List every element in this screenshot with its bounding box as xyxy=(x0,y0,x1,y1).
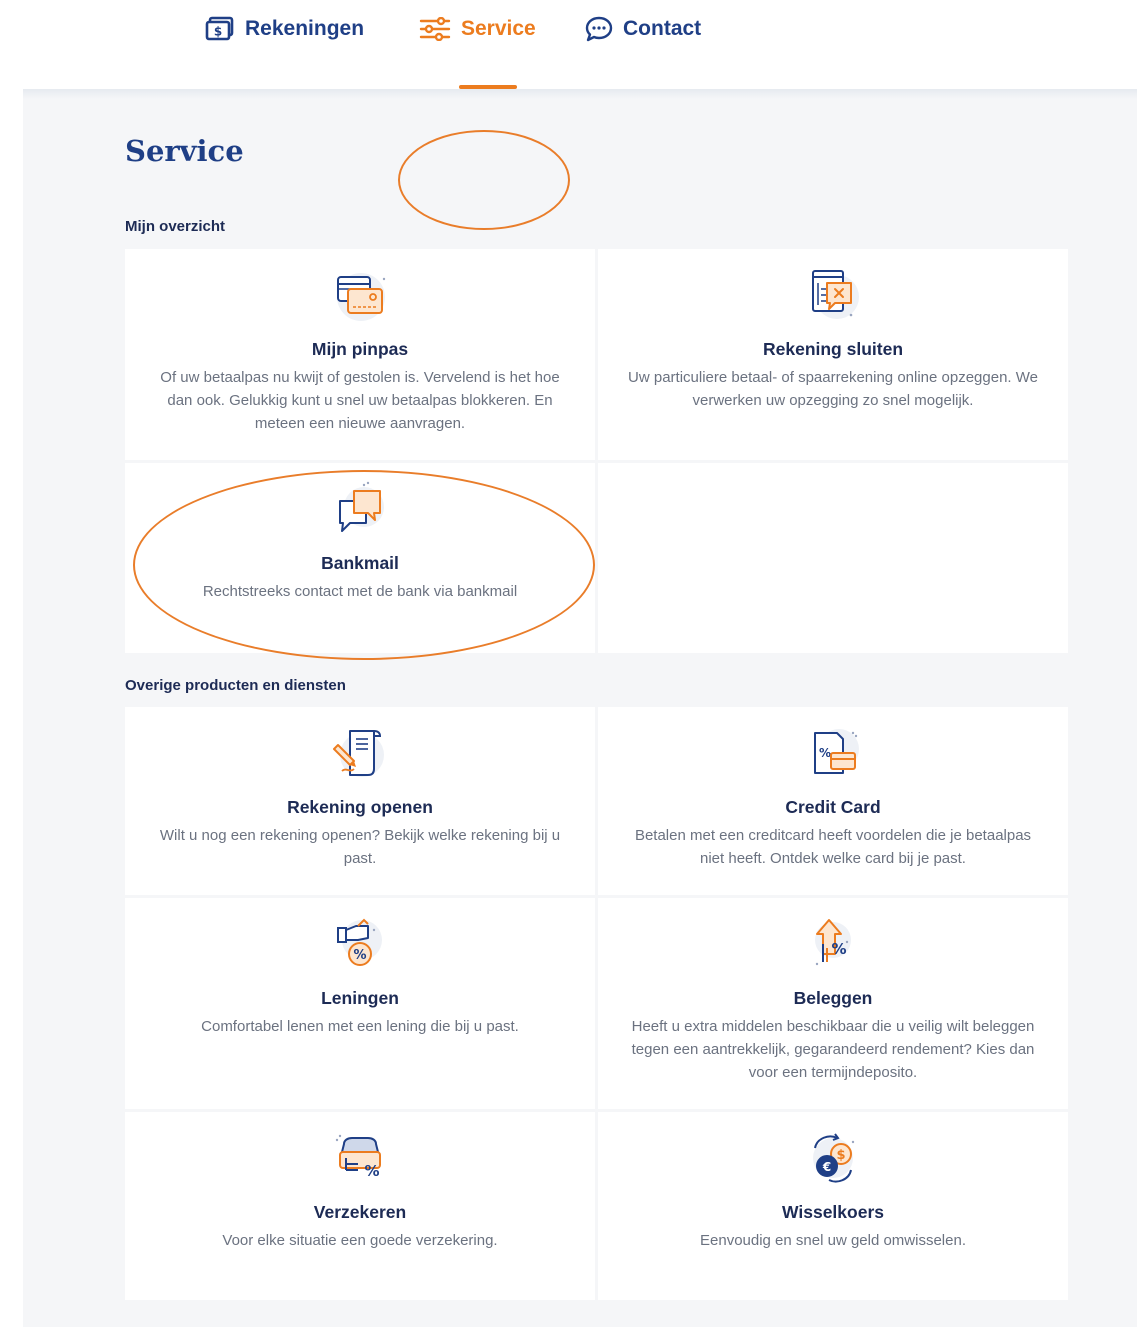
card-title: Beleggen xyxy=(793,988,873,1008)
document-sign-icon xyxy=(333,730,384,777)
mijn-overzicht-grid: Mijn pinpas Of uw betaalpas nu kwijt of … xyxy=(125,249,1068,653)
credit-card-percent-icon: % xyxy=(814,729,859,774)
chat-bubble-icon xyxy=(585,16,613,42)
top-navigation: $ Rekeningen Service Contact xyxy=(0,0,1137,89)
svg-text:%: % xyxy=(819,746,831,760)
card-beleggen[interactable]: % Beleggen Heeft u extra middelen beschi… xyxy=(598,898,1068,1109)
nav-label-service: Service xyxy=(461,17,536,40)
accounts-icon: $ xyxy=(205,16,234,41)
svg-text:$: $ xyxy=(836,1148,845,1163)
card-description: Comfortabel lenen met een lening die bij… xyxy=(201,1018,519,1035)
card-title: Leningen xyxy=(321,988,399,1008)
nav-item-service[interactable]: Service xyxy=(419,14,536,44)
svg-text:%: % xyxy=(353,948,366,963)
card-wisselkoers[interactable]: $ € Wisselkoers Eenvoudig en snel uw gel… xyxy=(598,1112,1068,1300)
card-title: Mijn pinpas xyxy=(311,339,409,359)
nav-label-rekeningen: Rekeningen xyxy=(245,17,365,40)
currency-exchange-icon: $ € xyxy=(813,1133,855,1183)
invest-arrow-icon: % xyxy=(815,919,851,966)
card-rekening-openen[interactable]: Rekening openen Wilt u nog een rekening … xyxy=(125,707,595,895)
empty-card xyxy=(598,463,1068,653)
svg-text:%: % xyxy=(364,1162,379,1180)
card-title: Rekening sluiten xyxy=(762,339,904,359)
close-account-icon xyxy=(812,270,859,319)
page-title: Service xyxy=(125,134,244,168)
card-credit-card[interactable]: % Credit Card Betalen met een creditcard… xyxy=(598,707,1068,895)
card-description: Uw particuliere betaal- of spaarrekening… xyxy=(628,369,1038,409)
section-title-overige: Overige producten en diensten xyxy=(125,677,346,694)
svg-text:$: $ xyxy=(214,25,222,39)
loan-hand-icon: % xyxy=(337,918,382,966)
speech-bubbles-icon xyxy=(339,481,384,532)
card-title: Rekening openen xyxy=(287,797,433,817)
card-verzekeren[interactable]: % Verzekeren Voor elke situatie een goed… xyxy=(125,1112,595,1300)
card-rekening-sluiten[interactable]: Rekening sluiten Uw particuliere betaal-… xyxy=(598,249,1068,460)
card-description: Heeft u extra middelen beschikbaar die u… xyxy=(631,1018,1035,1081)
nav-item-rekeningen[interactable]: $ Rekeningen xyxy=(205,14,364,44)
sliders-icon xyxy=(419,17,451,41)
car-insurance-icon: % xyxy=(335,1134,381,1180)
nav-label-contact: Contact xyxy=(623,17,702,40)
card-leningen[interactable]: % Leningen Comfortabel lenen met een len… xyxy=(125,898,595,1109)
card-title: Bankmail xyxy=(321,553,399,573)
card-description: Wilt u nog een rekening openen? Bekijk w… xyxy=(159,827,561,867)
card-description: Of uw betaalpas nu kwijt of gestolen is.… xyxy=(160,369,560,432)
card-description: Eenvoudig en snel uw geld omwisselen. xyxy=(700,1232,966,1249)
svg-text:%: % xyxy=(831,940,846,958)
card-description: Voor elke situatie een goede verzekering… xyxy=(222,1232,498,1249)
bank-card-icon xyxy=(337,273,386,321)
overige-grid: Rekening openen Wilt u nog een rekening … xyxy=(125,707,1068,1300)
svg-text:€: € xyxy=(822,1160,831,1174)
service-content: Service Mijn overzicht Mijn pinpas Of uw… xyxy=(23,89,1137,1327)
card-title: Verzekeren xyxy=(313,1202,407,1222)
card-mijn-pinpas[interactable]: Mijn pinpas Of uw betaalpas nu kwijt of … xyxy=(125,249,595,460)
card-description: Rechtstreeks contact met de bank via ban… xyxy=(202,583,518,600)
card-description: Betalen met een creditcard heeft voordel… xyxy=(634,827,1032,867)
card-bankmail[interactable]: Bankmail Rechtstreeks contact met de ban… xyxy=(125,463,595,653)
nav-item-contact[interactable]: Contact xyxy=(585,14,701,44)
card-title: Credit Card xyxy=(785,797,881,817)
card-title: Wisselkoers xyxy=(782,1202,884,1222)
section-title-mijn-overzicht: Mijn overzicht xyxy=(125,218,226,235)
